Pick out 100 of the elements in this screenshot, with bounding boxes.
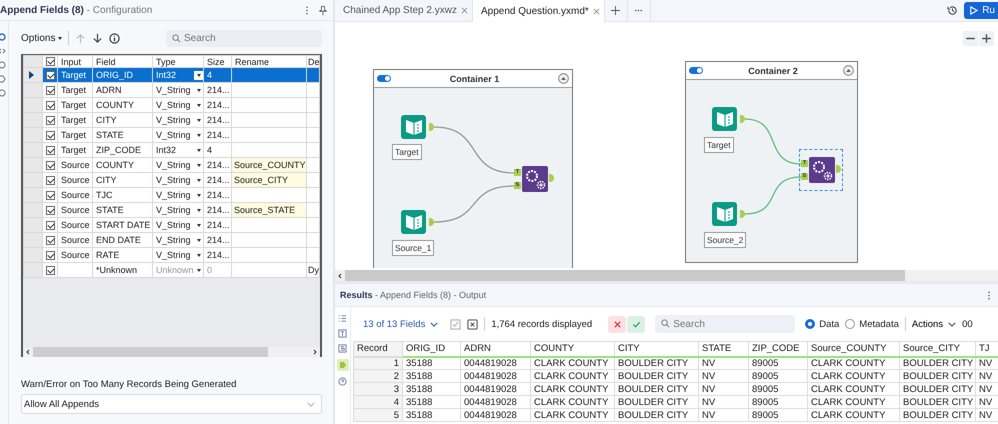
radio-button[interactable]: Data [805,318,840,330]
caret-icon[interactable] [197,254,201,256]
gears-icon[interactable] [809,157,835,183]
reject-button[interactable] [608,316,626,332]
table-cell: CITY [96,115,117,125]
horizontal-scrollbar[interactable] [23,347,320,357]
toolbar-text: 00 [962,318,973,330]
search-field[interactable]: Search [166,30,322,46]
column-header[interactable]: Rename [232,56,306,68]
caret-icon[interactable] [197,134,201,136]
code-icon[interactable] [0,47,6,55]
table-cell: BOULDER CITY [903,358,974,368]
table-cell: 35188 [406,358,432,368]
column-header[interactable]: Input [58,56,92,68]
table-cell: CLARK COUNTY [534,384,608,394]
table-cell: 3 [394,384,399,394]
caret-icon[interactable] [197,88,201,92]
table-cell: 35188 [406,384,432,394]
caret-icon[interactable] [197,224,201,226]
table-cell: V_String [156,205,191,215]
checkbox[interactable] [46,160,55,170]
table-cell: BOULDER CITY [618,410,688,420]
caret-icon[interactable] [197,208,201,212]
checkbox-icon[interactable] [450,318,462,330]
table-cell: V_String [156,115,191,125]
caret-icon[interactable] [197,164,201,166]
close-icon[interactable] [592,8,600,14]
actions-dropdown[interactable]: Actions [912,318,956,330]
checkbox[interactable] [46,190,55,200]
s-box-icon[interactable] [338,344,347,353]
book-icon[interactable] [401,114,427,140]
table-cell: 0044819028 [464,410,517,420]
search-icon [172,34,181,42]
book-icon[interactable] [712,201,738,227]
toggle-switch[interactable] [377,75,391,82]
table-cell: 35188 [406,396,432,408]
checkbox[interactable] [46,100,55,110]
checkbox[interactable] [46,146,55,154]
caret-icon[interactable] [197,148,201,152]
column-header[interactable]: Field [92,56,152,68]
run-button[interactable]: Ru [964,2,998,19]
checkbox[interactable] [46,130,55,140]
panel-title: Append Fields (8) - Configuration [0,4,152,16]
table-cell: Source [61,235,90,245]
table-cell: ADRN [96,85,122,95]
table-cell: CLARK COUNTY [811,358,886,368]
column-header[interactable]: Size [204,56,232,68]
caret-icon[interactable] [197,268,201,272]
document-tab[interactable]: Append Question.yxmd* [472,0,605,22]
checkbox[interactable] [46,176,55,184]
text-box-icon[interactable] [338,329,347,338]
search-field[interactable]: Search [655,315,796,333]
options-button[interactable]: Options [21,32,62,44]
table-cell: 214... [207,115,230,125]
toggle-switch[interactable] [689,67,703,74]
collapse-icon[interactable] [558,73,569,84]
checkbox[interactable] [46,220,55,230]
list-icon[interactable] [338,314,347,323]
caret-icon[interactable] [197,194,201,196]
zoom-in-icon[interactable] [979,31,994,46]
more-icon[interactable] [303,4,311,16]
checkbox[interactable] [46,86,55,94]
gears-icon[interactable] [522,166,548,192]
fields-dropdown[interactable]: 13 of 13 Fields [363,318,438,330]
close-icon[interactable] [460,7,468,14]
tag-icon[interactable] [0,75,6,83]
radio-button[interactable]: Metadata [845,318,899,330]
table-cell: BOULDER CITY [618,384,688,394]
table-cell: NV [702,410,716,420]
table-cell: NV [979,358,992,368]
checkbox[interactable] [46,236,55,244]
column-header[interactable]: Type [152,56,204,68]
dropdown[interactable]: Allow All Appends [21,394,322,414]
info-icon[interactable] [109,32,120,44]
checkbox[interactable] [46,70,55,80]
book-icon[interactable] [712,106,738,132]
down-arrow-icon[interactable] [92,32,104,44]
table-cell: TJC [96,190,112,200]
checkbox[interactable] [46,266,55,274]
accept-button[interactable] [627,316,646,332]
table-cell: BOULDER CITY [903,370,974,382]
book-icon[interactable] [401,209,427,235]
table-cell: *Unknown [96,265,138,275]
caret-icon[interactable] [197,178,201,182]
horizontal-scrollbar[interactable] [335,270,998,281]
checkbox[interactable] [46,116,55,124]
table-cell: BOULDER CITY [903,410,974,420]
caret-icon[interactable] [197,104,201,106]
collapse-icon[interactable] [843,65,854,76]
zoom-out-icon[interactable] [963,31,978,46]
clear-box-icon[interactable] [467,318,478,330]
checkbox[interactable] [46,57,55,66]
history-icon[interactable] [947,5,958,16]
checkbox[interactable] [46,250,55,260]
table-cell: Dy [308,265,319,275]
checkbox[interactable] [46,206,55,214]
caret-icon[interactable] [197,118,201,122]
pin-icon[interactable] [319,4,327,16]
caret-icon[interactable] [197,238,201,242]
more-icon[interactable] [985,290,993,300]
